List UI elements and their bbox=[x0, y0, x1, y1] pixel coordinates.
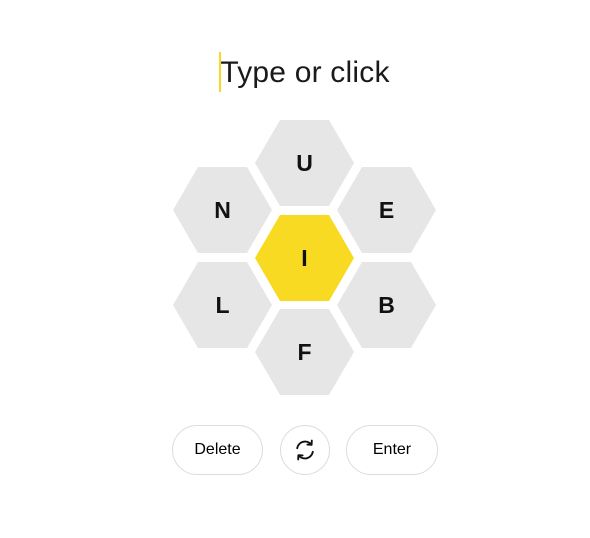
word-input[interactable]: Type or click bbox=[219, 50, 390, 96]
hive-cell-upper-right[interactable]: E bbox=[337, 167, 436, 253]
hive-letter-lower-right: B bbox=[378, 292, 395, 318]
hive-cell-upper-left[interactable]: N bbox=[173, 167, 272, 253]
input-caret bbox=[219, 52, 222, 92]
hive-letter-bottom: F bbox=[297, 339, 311, 365]
enter-button[interactable]: Enter bbox=[346, 425, 438, 475]
delete-button-label: Delete bbox=[194, 441, 241, 458]
enter-button-label: Enter bbox=[372, 441, 412, 458]
hive-letter-upper-left: N bbox=[214, 197, 231, 223]
shuffle-icon bbox=[292, 437, 318, 463]
hive-letter-top: U bbox=[296, 150, 313, 176]
input-placeholder: Type or click bbox=[220, 56, 390, 89]
hive-cell-lower-right[interactable]: B bbox=[337, 262, 436, 348]
hive-cell-center[interactable]: I bbox=[255, 215, 354, 301]
delete-button[interactable]: Delete bbox=[172, 425, 263, 475]
word-input-row[interactable]: Type or click bbox=[0, 50, 590, 96]
hive-letter-upper-right: E bbox=[379, 197, 394, 223]
hive-cell-top[interactable]: U bbox=[255, 120, 354, 206]
hive-cell-lower-left[interactable]: L bbox=[173, 262, 272, 348]
shuffle-button[interactable] bbox=[280, 425, 330, 475]
hive-letter-center: I bbox=[301, 245, 307, 271]
hive-cell-bottom[interactable]: F bbox=[255, 309, 354, 395]
hive-letter-lower-left: L bbox=[215, 292, 229, 318]
